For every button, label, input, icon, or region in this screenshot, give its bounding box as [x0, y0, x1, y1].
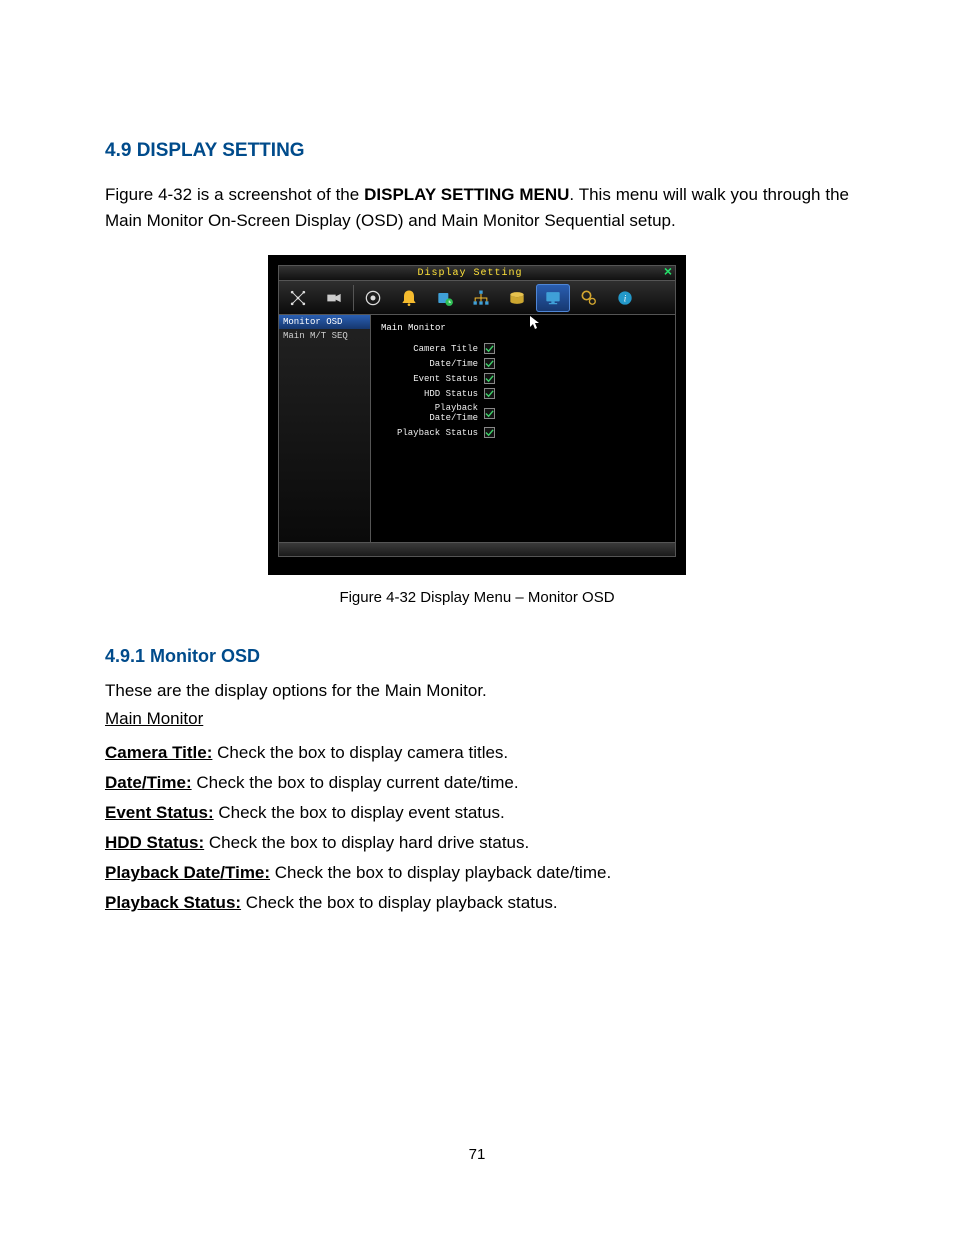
checkbox-camera-title[interactable]	[484, 343, 495, 354]
checkbox-hdd-status[interactable]	[484, 388, 495, 399]
datetime-icon[interactable]	[428, 284, 462, 312]
option-label: Camera Title	[413, 344, 478, 354]
field-name: Date/Time:	[105, 773, 192, 792]
field-camera-title: Camera Title: Check the box to display c…	[105, 743, 849, 763]
network-icon[interactable]	[464, 284, 498, 312]
option-label: Date/Time	[429, 359, 478, 369]
option-label: HDD Status	[424, 389, 478, 399]
field-desc: Check the box to display hard drive stat…	[204, 833, 529, 852]
option-row-date-time: Date/Time	[381, 358, 665, 369]
sidebar-item-main-mt-seq[interactable]: Main M/T SEQ	[279, 329, 370, 343]
disk-icon[interactable]	[500, 284, 534, 312]
dialog-sidebar: Monitor OSD Main M/T SEQ	[279, 315, 371, 542]
alarm-icon[interactable]	[392, 284, 426, 312]
field-desc: Check the box to display current date/ti…	[192, 773, 519, 792]
cursor-icon	[529, 315, 541, 335]
screenshot-container: Display Setting ×	[268, 255, 686, 575]
option-label: Playback Date/Time	[381, 403, 478, 423]
checkbox-playback-datetime[interactable]	[484, 408, 495, 419]
subsection-heading: 4.9.1 Monitor OSD	[105, 646, 849, 667]
info-icon[interactable]: i	[608, 284, 642, 312]
dialog-footer-bar	[278, 543, 676, 557]
dialog-body: Monitor OSD Main M/T SEQ Main Monitor Ca…	[278, 315, 676, 543]
record-icon[interactable]	[356, 284, 390, 312]
toolbar-separator	[353, 285, 354, 311]
display-setting-dialog: Display Setting ×	[278, 265, 676, 557]
option-row-hdd-status: HDD Status	[381, 388, 665, 399]
option-row-playback-datetime: Playback Date/Time	[381, 403, 665, 423]
field-hdd-status: HDD Status: Check the box to display har…	[105, 833, 849, 853]
close-icon[interactable]: ×	[661, 266, 675, 280]
field-desc: Check the box to display camera titles.	[212, 743, 508, 762]
intro-bold: DISPLAY SETTING MENU	[364, 185, 569, 204]
field-desc: Check the box to display playback date/t…	[270, 863, 611, 882]
option-label: Playback Status	[397, 428, 478, 438]
field-name: Playback Date/Time:	[105, 863, 270, 882]
option-label: Event Status	[413, 374, 478, 384]
field-date-time: Date/Time: Check the box to display curr…	[105, 773, 849, 793]
option-row-event-status: Event Status	[381, 373, 665, 384]
intro-pre: Figure 4-32 is a screenshot of the	[105, 185, 364, 204]
dialog-toolbar: i	[278, 281, 676, 315]
field-name: Event Status:	[105, 803, 214, 822]
field-desc: Check the box to display event status.	[214, 803, 505, 822]
checkbox-event-status[interactable]	[484, 373, 495, 384]
system-icon[interactable]	[572, 284, 606, 312]
intro-sentence: These are the display options for the Ma…	[105, 681, 849, 701]
display-icon[interactable]	[536, 284, 570, 312]
intro-paragraph: Figure 4-32 is a screenshot of the DISPL…	[105, 182, 849, 233]
camera-icon[interactable]	[317, 284, 351, 312]
sidebar-item-monitor-osd[interactable]: Monitor OSD	[279, 315, 370, 329]
main-monitor-header: Main Monitor	[105, 709, 849, 729]
field-playback-datetime: Playback Date/Time: Check the box to dis…	[105, 863, 849, 883]
dialog-title: Display Setting	[279, 268, 661, 279]
field-playback-status: Playback Status: Check the box to displa…	[105, 893, 849, 913]
field-desc: Check the box to display playback status…	[241, 893, 558, 912]
option-row-playback-status: Playback Status	[381, 427, 665, 438]
field-name: Camera Title:	[105, 743, 212, 762]
express-icon[interactable]	[281, 284, 315, 312]
dialog-titlebar: Display Setting ×	[278, 265, 676, 281]
checkbox-playback-status[interactable]	[484, 427, 495, 438]
content-section-title: Main Monitor	[381, 323, 665, 333]
dialog-content: Main Monitor Camera Title Date/Time Even…	[371, 315, 675, 542]
option-row-camera-title: Camera Title	[381, 343, 665, 354]
checkbox-date-time[interactable]	[484, 358, 495, 369]
page-number: 71	[0, 1146, 954, 1163]
field-name: Playback Status:	[105, 893, 241, 912]
field-name: HDD Status:	[105, 833, 204, 852]
figure-caption: Figure 4-32 Display Menu – Monitor OSD	[105, 589, 849, 606]
section-heading: 4.9 DISPLAY SETTING	[105, 140, 849, 162]
field-event-status: Event Status: Check the box to display e…	[105, 803, 849, 823]
